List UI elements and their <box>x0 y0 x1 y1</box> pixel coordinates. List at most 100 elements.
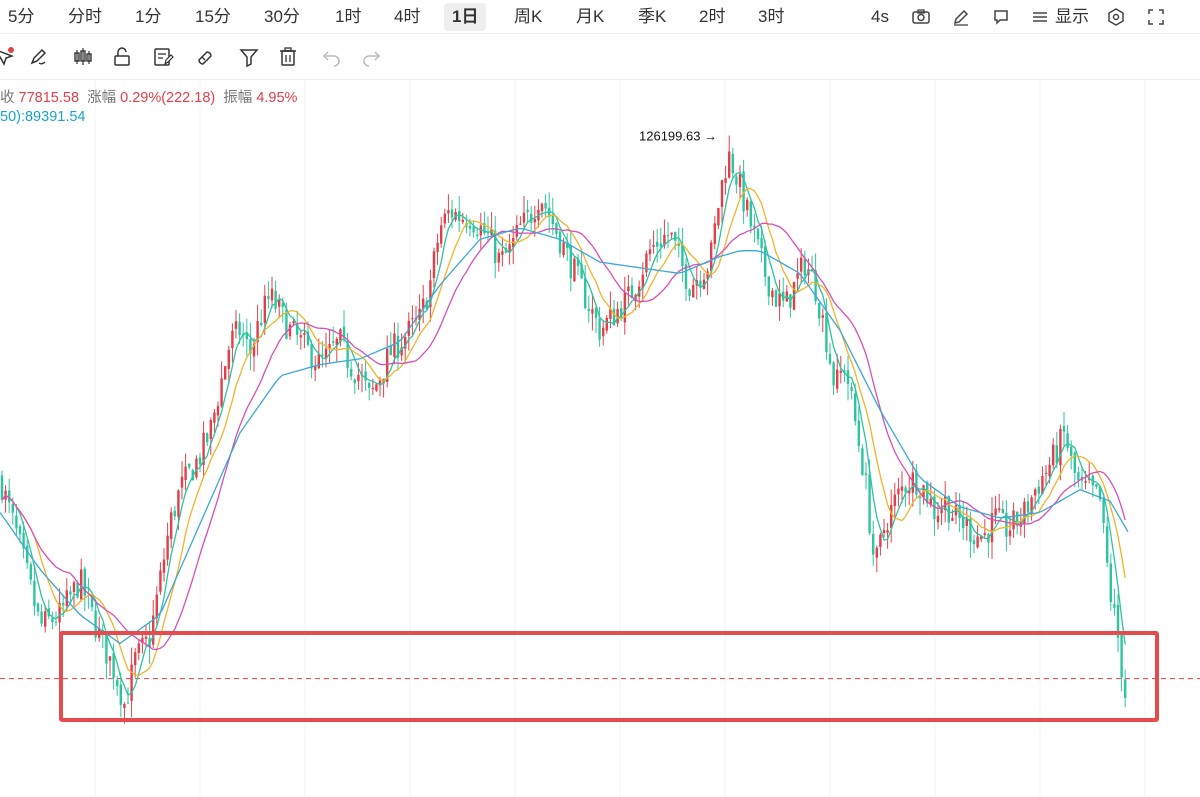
tf-2h[interactable]: 2时 <box>691 3 733 31</box>
candle-body <box>368 382 371 388</box>
tf-timeshare[interactable]: 分时 <box>60 3 110 31</box>
candle-body <box>1106 526 1109 563</box>
candle-body <box>195 458 198 478</box>
candle-body <box>897 488 900 495</box>
tf-1h[interactable]: 1时 <box>327 3 369 31</box>
candle-body <box>234 321 238 329</box>
candle-body <box>432 251 436 279</box>
candle-body <box>864 473 868 476</box>
amplitude-value: 4.95% <box>256 90 298 106</box>
filter-icon[interactable] <box>238 46 260 68</box>
candle-body <box>274 290 277 309</box>
edit-list-icon[interactable] <box>152 46 174 68</box>
candle-body <box>198 457 202 465</box>
unlock-icon[interactable] <box>111 46 133 68</box>
candle-body <box>756 228 760 240</box>
candle-body <box>544 202 547 209</box>
candle-body <box>188 463 191 468</box>
candle-body <box>468 225 472 229</box>
candle-body <box>216 406 220 416</box>
candle-body <box>292 321 295 324</box>
candle-body <box>803 258 806 276</box>
candle-body <box>800 257 803 272</box>
candle-body <box>1059 429 1062 466</box>
candle-body <box>832 362 835 386</box>
ma-line-long <box>0 227 1129 645</box>
redo-icon[interactable] <box>361 46 383 68</box>
candle-body <box>15 515 18 529</box>
candle-body <box>522 212 526 223</box>
candle-body <box>310 344 313 369</box>
tf-15m[interactable]: 15分 <box>187 3 239 31</box>
candle-body <box>976 536 979 548</box>
candle-body <box>994 508 997 516</box>
candle-body <box>983 533 986 536</box>
candle-body <box>854 393 857 422</box>
ma-line-magenta <box>1 222 1126 651</box>
brush-tool-icon[interactable] <box>27 46 49 68</box>
candle-body <box>584 277 587 309</box>
candle-body <box>656 241 659 247</box>
tf-week[interactable]: 周K <box>506 3 550 31</box>
refresh-interval[interactable]: 4s <box>871 3 889 31</box>
candle-body <box>69 591 72 595</box>
candle-body <box>890 504 893 529</box>
candle-body <box>893 494 896 507</box>
candle-body <box>36 603 40 612</box>
display-menu[interactable]: 显示 <box>1055 3 1089 31</box>
candle-body <box>764 246 767 277</box>
candle-body <box>231 330 234 348</box>
candle-body <box>861 448 864 475</box>
candle-body <box>724 178 727 183</box>
candle-body <box>951 518 954 521</box>
candle-body <box>587 308 590 312</box>
candle-body <box>184 466 187 480</box>
tf-1d[interactable]: 1日 <box>444 3 487 31</box>
settings-icon[interactable] <box>1106 7 1126 27</box>
candle-body <box>602 327 605 337</box>
trash-icon[interactable] <box>277 46 299 68</box>
candle-body <box>314 366 317 371</box>
tf-quarter[interactable]: 季K <box>630 3 674 31</box>
undo-icon[interactable] <box>320 46 342 68</box>
tf-5m[interactable]: 5分 <box>0 3 42 31</box>
candle-body <box>267 296 270 299</box>
candle-body <box>476 234 479 236</box>
tf-4h[interactable]: 4时 <box>386 3 428 31</box>
tf-3h[interactable]: 3时 <box>750 3 792 31</box>
candle-body <box>350 369 353 377</box>
candle-body <box>972 540 976 545</box>
pencil-icon[interactable] <box>951 7 971 27</box>
candle-body <box>936 515 940 523</box>
change-label: 涨幅 <box>87 90 117 106</box>
candle-body <box>497 252 500 263</box>
tf-month[interactable]: 月K <box>568 3 612 31</box>
candle-body <box>850 387 853 391</box>
candle-body <box>648 249 652 255</box>
candle-body <box>692 285 695 298</box>
comment-icon[interactable] <box>991 7 1011 27</box>
candle-body <box>1109 563 1112 602</box>
candle-body <box>263 295 266 323</box>
candle-body <box>299 335 302 338</box>
candle-body <box>375 384 378 391</box>
candle-body <box>458 211 461 222</box>
magnet-icon[interactable] <box>193 46 215 68</box>
candle-body <box>447 210 450 214</box>
list-icon[interactable] <box>1030 7 1050 27</box>
candle-body <box>731 153 734 174</box>
candle-body <box>11 503 14 513</box>
candle-body <box>224 366 227 380</box>
tf-1m[interactable]: 1分 <box>127 3 169 31</box>
candle-body <box>62 602 65 606</box>
candlestick-tool-icon[interactable] <box>72 46 94 68</box>
tf-30m[interactable]: 30分 <box>256 3 308 31</box>
candle-body <box>670 232 673 235</box>
fullscreen-icon[interactable] <box>1146 7 1166 27</box>
candle-body <box>170 512 173 539</box>
candle-body <box>450 209 454 218</box>
candle-body <box>965 518 968 526</box>
candle-body <box>436 242 439 253</box>
camera-icon[interactable] <box>911 7 931 27</box>
cursor-tool-icon[interactable] <box>0 46 14 68</box>
